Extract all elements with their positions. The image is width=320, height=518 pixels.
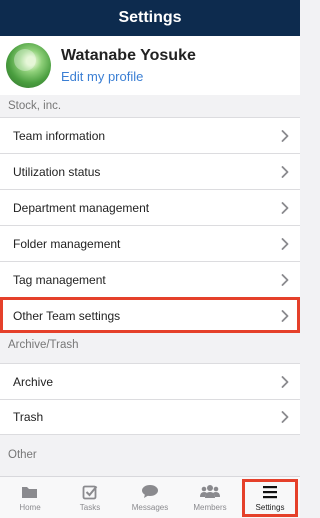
- header-bar: Settings: [0, 0, 300, 36]
- chat-bubble-icon: [140, 484, 160, 500]
- company-settings-list: Team information Utilization status Depa…: [0, 117, 300, 333]
- section-label-company: Stock, inc.: [0, 95, 300, 117]
- avatar[interactable]: [6, 43, 51, 88]
- row-label: Folder management: [13, 236, 121, 251]
- tab-settings[interactable]: Settings: [240, 477, 300, 518]
- edit-profile-link[interactable]: Edit my profile: [61, 69, 196, 84]
- folder-icon: [20, 484, 40, 500]
- chevron-right-icon: [280, 273, 290, 286]
- tab-label: Tasks: [79, 502, 101, 512]
- row-label: Utilization status: [13, 164, 101, 179]
- chevron-right-icon: [280, 237, 290, 250]
- chevron-right-icon: [280, 129, 290, 142]
- row-label: Archive: [13, 374, 54, 389]
- tab-label: Members: [193, 502, 227, 512]
- row-department-management[interactable]: Department management: [0, 189, 300, 225]
- people-icon: [200, 484, 220, 500]
- tab-tasks[interactable]: Tasks: [60, 477, 120, 518]
- tab-messages[interactable]: Messages: [120, 477, 180, 518]
- row-label: Other Team settings: [13, 308, 121, 323]
- row-label: Tag management: [13, 272, 106, 287]
- chevron-right-icon: [280, 411, 290, 423]
- row-trash[interactable]: Trash: [0, 399, 300, 435]
- chevron-right-icon: [280, 309, 290, 322]
- row-folder-management[interactable]: Folder management: [0, 225, 300, 261]
- row-other-team-settings[interactable]: Other Team settings: [0, 297, 300, 333]
- row-label: Team information: [13, 128, 106, 143]
- row-label: Department management: [13, 200, 150, 215]
- row-utilization-status[interactable]: Utilization status: [0, 153, 300, 189]
- chevron-right-icon: [280, 165, 290, 178]
- chevron-right-icon: [280, 375, 290, 388]
- bottom-tab-bar: Home Tasks Messages Members Settings: [0, 476, 300, 518]
- chevron-right-icon: [280, 201, 290, 214]
- row-archive[interactable]: Archive: [0, 363, 300, 399]
- row-team-information[interactable]: Team information: [0, 117, 300, 153]
- highlight-box: [242, 479, 298, 517]
- tab-label: Home: [19, 502, 41, 512]
- section-label-other: Other: [0, 444, 300, 466]
- row-label: Trash: [13, 410, 44, 424]
- checkbox-icon: [80, 484, 100, 500]
- tab-home[interactable]: Home: [0, 477, 60, 518]
- row-tag-management[interactable]: Tag management: [0, 261, 300, 297]
- tab-label: Messages: [131, 502, 169, 512]
- profile-name: Watanabe Yosuke: [61, 47, 196, 64]
- profile-card[interactable]: Watanabe Yosuke Edit my profile: [0, 36, 300, 95]
- archive-list: Archive Trash: [0, 363, 300, 435]
- page-title: Settings: [118, 9, 182, 26]
- tab-members[interactable]: Members: [180, 477, 240, 518]
- section-label-archive: Archive/Trash: [0, 334, 300, 356]
